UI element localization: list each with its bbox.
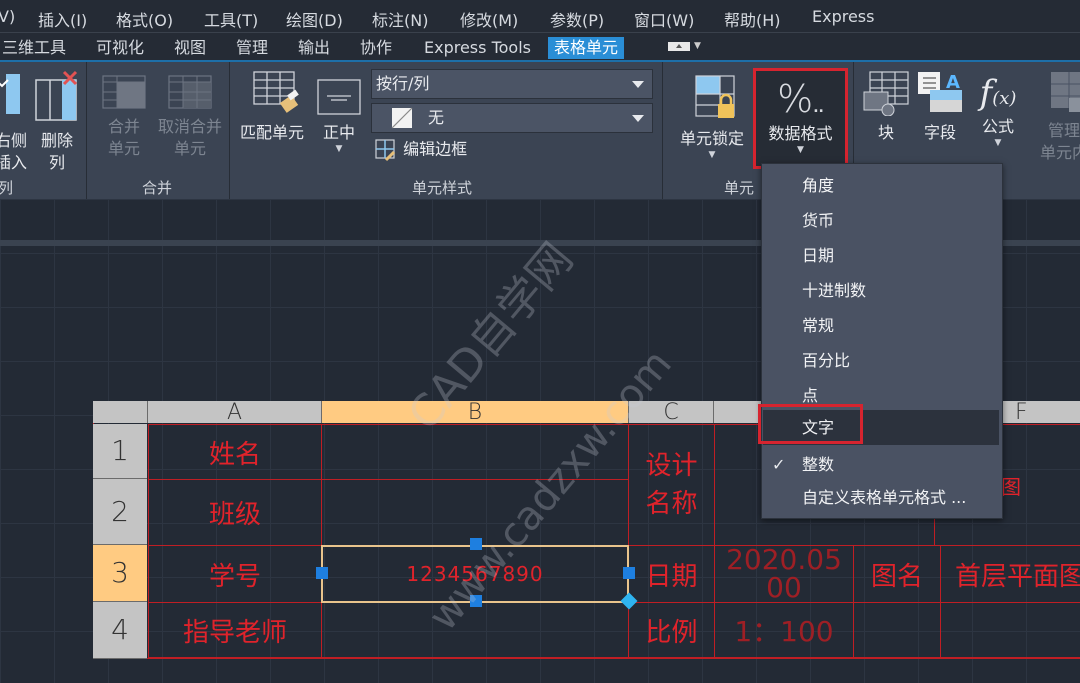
row-header[interactable]: 2 (93, 479, 147, 545)
menu-modify[interactable]: 修改(M) (460, 7, 518, 31)
table-cell[interactable]: 2020.05 00 (714, 545, 854, 603)
data-format-button[interactable]: %.. 数据格式 ▼ (753, 68, 848, 169)
delete-column-button[interactable]: 删除 列 (34, 66, 80, 174)
tab-3d-tools[interactable]: 三维工具 (0, 37, 72, 59)
match-cell-brush-icon (253, 71, 299, 113)
menu-view[interactable]: V) (0, 7, 15, 26)
column-header[interactable]: A (148, 401, 322, 425)
ribbon-minimize-button[interactable] (668, 42, 690, 51)
menu-window[interactable]: 窗口(W) (634, 7, 694, 31)
grip-handle-right[interactable] (623, 567, 635, 579)
ribbon-tab-bar: 三维工具 可视化 视图 管理 输出 协作 Express Tools 表格单元 … (0, 32, 1080, 61)
match-cell-button[interactable]: 匹配单元 (236, 68, 308, 144)
dropdown-arrow-icon (632, 81, 644, 88)
manage-cell-contents-icon (1051, 72, 1080, 112)
formula-fx-icon: f(x) (979, 73, 1017, 113)
insert-formula-button[interactable]: f(x) 公式 ▼ (970, 70, 1026, 148)
tab-visualize[interactable]: 可视化 (90, 37, 150, 59)
panel-label-cell-format: 单元 (724, 179, 755, 197)
tab-output[interactable]: 输出 (292, 37, 336, 59)
table-cell[interactable]: 比例 (628, 602, 715, 658)
tab-collaborate[interactable]: 协作 (354, 37, 398, 59)
tab-view[interactable]: 视图 (168, 37, 212, 59)
table-cell[interactable]: 日期 (628, 545, 715, 603)
insert-right-button[interactable]: 右侧 插入 (0, 66, 28, 174)
insert-column-right-icon (0, 74, 20, 114)
tab-express-tools[interactable]: Express Tools (418, 37, 537, 59)
percent-format-icon: %.. (777, 77, 824, 121)
insert-field-button[interactable]: A 字段 (912, 68, 968, 144)
table-cell[interactable]: 姓名 (148, 424, 322, 480)
table-cell[interactable]: 首层平面图 (940, 545, 1080, 603)
merge-cells-icon (102, 75, 146, 109)
cell-lock-icon (695, 75, 735, 118)
table-cell[interactable]: 指导老师 (148, 602, 322, 658)
unmerge-cells-icon (168, 75, 212, 109)
edit-borders-icon (375, 139, 396, 162)
align-middle-center-button[interactable]: 正中 ▼ (314, 76, 364, 154)
menu-item-whole-number[interactable]: ✓ 整数 (762, 447, 1002, 482)
ribbon-options-arrow-icon[interactable]: ▼ (694, 41, 701, 51)
menu-item-custom-format[interactable]: 自定义表格单元格式 ... (762, 480, 1002, 515)
menu-item-angle[interactable]: 角度 (762, 168, 1002, 203)
table-cell[interactable] (940, 602, 1080, 658)
merge-cells-button[interactable]: 合并 单元 (98, 70, 150, 160)
grip-handle-left[interactable] (316, 567, 328, 579)
table-cell[interactable]: 图名 (853, 545, 941, 603)
menu-item-decimal[interactable]: 十进制数 (762, 273, 1002, 308)
tab-table-cell[interactable]: 表格单元 (548, 37, 625, 59)
align-center-icon (317, 79, 361, 115)
menu-item-currency[interactable]: 货币 (762, 203, 1002, 238)
chevron-down-icon: ▼ (708, 150, 716, 160)
menu-format[interactable]: 格式(O) (116, 7, 173, 31)
svg-text:A: A (946, 72, 960, 93)
field-icon: A (918, 72, 962, 112)
checkmark-icon: ✓ (772, 455, 786, 474)
menu-draw[interactable]: 绘图(D) (286, 7, 343, 31)
table-cell[interactable]: 1：100 (714, 602, 854, 658)
table-cell[interactable] (853, 602, 941, 658)
row-header-selected[interactable]: 3 (93, 545, 147, 602)
cell-locking-button[interactable]: 单元锁定 ▼ (676, 72, 748, 160)
delete-column-icon (35, 70, 78, 121)
background-fill-combo[interactable]: 无 (371, 103, 653, 133)
chevron-down-icon: ▼ (797, 145, 804, 155)
table-corner-header[interactable] (93, 401, 148, 423)
panel-label-columns: 列 (0, 179, 14, 197)
panel-label-merge: 合并 (142, 179, 173, 197)
no-fill-swatch-icon (391, 107, 413, 129)
menu-item-general[interactable]: 常规 (762, 308, 1002, 343)
table-cell-merged[interactable]: 设计 名称 (628, 424, 715, 546)
panel-separator (86, 62, 87, 199)
data-format-dropdown-menu: 角度 货币 日期 十进制数 常规 百分比 点 文字 ✓ 整数 自定义表格单元格式… (761, 163, 1003, 519)
unmerge-cells-button[interactable]: 取消合并 单元 (152, 70, 228, 160)
panel-separator (662, 62, 663, 199)
edit-borders-button[interactable]: 编辑边框 (374, 138, 494, 162)
table-cell[interactable]: 班级 (148, 479, 322, 546)
tab-manage[interactable]: 管理 (230, 37, 274, 59)
row-header[interactable]: 1 (93, 424, 147, 479)
menu-tools[interactable]: 工具(T) (204, 7, 258, 31)
menu-parameters[interactable]: 参数(P) (550, 7, 604, 31)
manage-cell-contents-button[interactable]: 管理 单元内 (1034, 70, 1080, 164)
chevron-down-icon: ▼ (335, 144, 343, 154)
dropdown-arrow-icon (632, 115, 644, 122)
menu-insert[interactable]: 插入(I) (38, 7, 87, 31)
chevron-down-icon: ▼ (994, 138, 1002, 148)
block-icon (863, 71, 909, 117)
table-cell[interactable]: 学号 (148, 545, 322, 603)
text-option-highlight (758, 404, 863, 444)
menu-bar: V) 插入(I) 格式(O) 工具(T) 绘图(D) 标注(N) 修改(M) 参… (0, 0, 1080, 32)
cell-style-combo[interactable]: 按行/列 (371, 69, 653, 99)
insert-block-button[interactable]: 块 (860, 68, 912, 144)
menu-item-percentage[interactable]: 百分比 (762, 343, 1002, 378)
row-header[interactable]: 4 (93, 602, 147, 659)
menu-help[interactable]: 帮助(H) (724, 7, 781, 31)
menu-express[interactable]: Express (812, 7, 874, 26)
menu-dimension[interactable]: 标注(N) (372, 7, 428, 31)
panel-label-cell-styles: 单元样式 (412, 179, 473, 197)
menu-item-date[interactable]: 日期 (762, 238, 1002, 273)
panel-separator (229, 62, 230, 199)
table-cell[interactable] (321, 479, 629, 546)
